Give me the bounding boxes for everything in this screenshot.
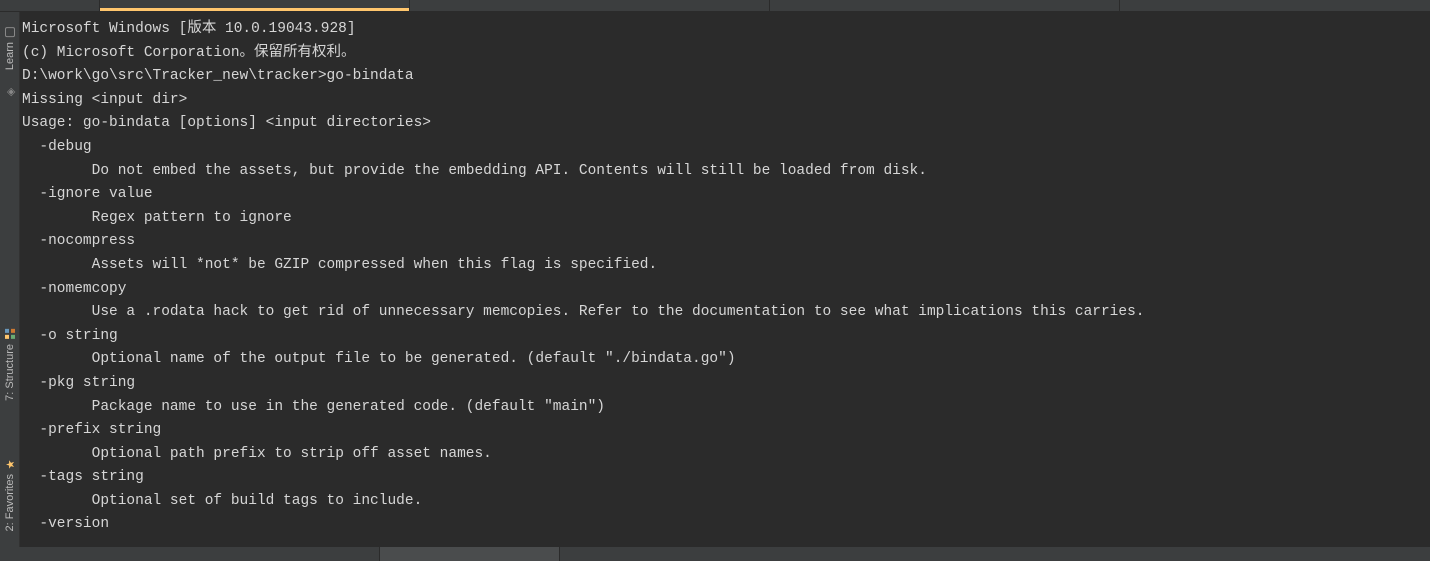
editor-tab[interactable] <box>770 0 1120 11</box>
terminal-line: -version <box>22 513 1428 537</box>
terminal-line: -o string <box>22 325 1428 349</box>
stack-icon: ◈ <box>4 86 16 98</box>
terminal-line: Assets will *not* be GZIP compressed whe… <box>22 254 1428 278</box>
structure-icon <box>4 328 16 340</box>
terminal-line: D:\work\go\src\Tracker_new\tracker>go-bi… <box>22 65 1428 89</box>
terminal-line: -debug <box>22 136 1428 160</box>
terminal-line: -nocompress <box>22 230 1428 254</box>
terminal-line: -pkg string <box>22 372 1428 396</box>
terminal-line: Do not embed the assets, but provide the… <box>22 160 1428 184</box>
terminal-line: Usage: go-bindata [options] <input direc… <box>22 112 1428 136</box>
terminal-panel[interactable]: Microsoft Windows [版本 10.0.19043.928] (c… <box>20 12 1430 561</box>
tool-window-label: Learn <box>4 42 16 70</box>
tool-window-unknown[interactable]: ◈ <box>2 80 18 104</box>
editor-tab[interactable] <box>410 0 770 11</box>
tool-window-label: 7: Structure <box>4 344 16 401</box>
learn-icon <box>4 26 16 38</box>
star-icon: ★ <box>4 458 16 470</box>
terminal-line: Use a .rodata hack to get rid of unneces… <box>22 301 1428 325</box>
editor-tab[interactable] <box>0 0 100 11</box>
terminal-line: Package name to use in the generated cod… <box>22 396 1428 420</box>
tool-window-learn[interactable]: Learn <box>2 20 18 76</box>
terminal-line: Microsoft Windows [版本 10.0.19043.928] <box>22 18 1428 42</box>
tool-window-favorites[interactable]: 2: Favorites ★ <box>2 452 18 537</box>
terminal-line: -prefix string <box>22 419 1428 443</box>
terminal-line: Optional path prefix to strip off asset … <box>22 443 1428 467</box>
editor-tab-bar <box>0 0 1430 12</box>
tool-window-structure[interactable]: 7: Structure <box>2 322 18 407</box>
terminal-line: -nomemcopy <box>22 278 1428 302</box>
status-segment[interactable] <box>380 547 560 561</box>
status-segment[interactable] <box>0 547 380 561</box>
status-bar <box>0 547 1430 561</box>
terminal-line: Optional name of the output file to be g… <box>22 348 1428 372</box>
terminal-line: -ignore value <box>22 183 1428 207</box>
active-tab-indicator <box>100 8 409 11</box>
terminal-line: Missing <input dir> <box>22 89 1428 113</box>
terminal-line: (c) Microsoft Corporation。保留所有权利。 <box>22 42 1428 66</box>
terminal-line: Optional set of build tags to include. <box>22 490 1428 514</box>
terminal-line: Regex pattern to ignore <box>22 207 1428 231</box>
terminal-line: -tags string <box>22 466 1428 490</box>
editor-tab-active[interactable] <box>100 0 410 11</box>
tool-window-stripe-left: Learn ◈ 7: Structure 2: Favorites ★ <box>0 12 20 561</box>
tool-window-label: 2: Favorites <box>4 474 16 531</box>
